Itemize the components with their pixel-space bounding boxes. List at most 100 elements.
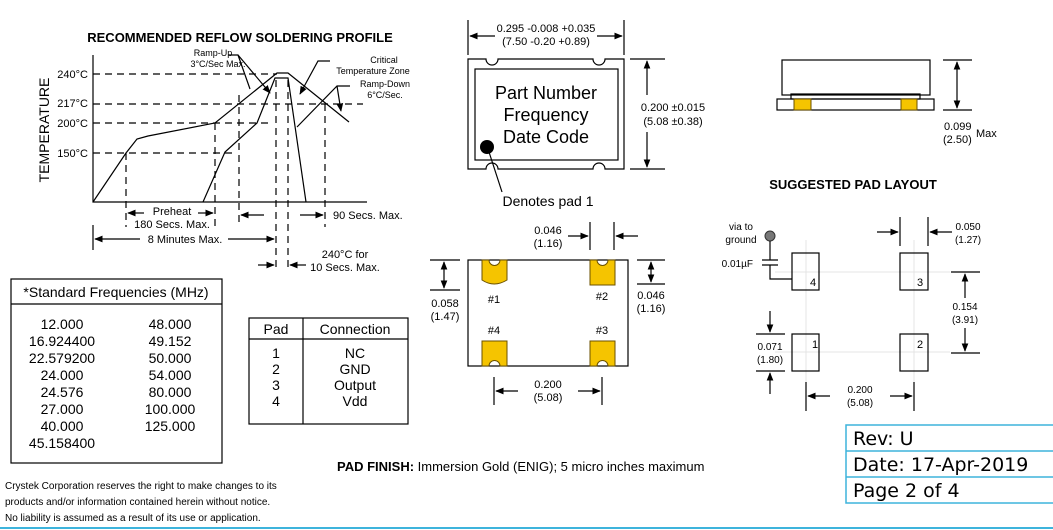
col-pitch-dim: 0.200 bbox=[847, 385, 872, 396]
reflow-title: RECOMMENDED REFLOW SOLDERING PROFILE bbox=[87, 30, 393, 45]
temp-150: 150°C bbox=[57, 148, 88, 160]
page-number: Page 2 of 4 bbox=[853, 480, 960, 502]
via-label-2: ground bbox=[725, 235, 756, 246]
pad2-height-dim: 0.046 bbox=[637, 290, 665, 302]
land-width-dim-mm: (1.27) bbox=[955, 235, 981, 246]
marking-frequency: Frequency bbox=[503, 105, 588, 125]
revision-block: Rev: U Date: 17-Apr-2019 Page 2 of 4 bbox=[845, 424, 1053, 504]
pad-label-2: #2 bbox=[596, 291, 608, 303]
pad1-leader bbox=[488, 151, 503, 193]
disclaimer-line: products and/or information contained he… bbox=[5, 497, 270, 508]
frequency-value: 54.000 bbox=[149, 367, 192, 383]
reflow-axes bbox=[92, 55, 367, 203]
frequency-value: 48.000 bbox=[149, 316, 192, 332]
frequency-value: 24.000 bbox=[41, 367, 84, 383]
disclaimer-line: Crystek Corporation reserves the right t… bbox=[5, 481, 277, 492]
pad2-height-dim-mm: (1.16) bbox=[637, 303, 666, 315]
connection-header: Connection bbox=[320, 321, 391, 337]
pad1-dot-icon bbox=[480, 140, 494, 154]
temp-200: 200°C bbox=[57, 118, 88, 130]
critical-zone-label-2: Temperature Zone bbox=[336, 66, 410, 76]
marking-part-number: Part Number bbox=[495, 83, 597, 103]
pad-width-dim: 0.046 bbox=[534, 225, 562, 237]
temp-217: 217°C bbox=[57, 98, 88, 110]
frequency-value: 12.000 bbox=[41, 316, 84, 332]
critical-zone-label: Critical bbox=[370, 55, 398, 65]
critical-zone-leader bbox=[299, 60, 330, 95]
pad-finish-note: PAD FINISH: Immersion Gold (ENIG); 5 mic… bbox=[337, 459, 704, 474]
frequency-value: 49.152 bbox=[149, 333, 192, 349]
frequency-value: 80.000 bbox=[149, 384, 192, 400]
preheat-label: Preheat bbox=[153, 206, 192, 218]
peak-hold-duration: 10 Secs. Max. bbox=[310, 262, 380, 274]
eight-min-label: 8 Minutes Max. bbox=[148, 234, 223, 246]
temperature-axis-label: TEMPERATURE bbox=[36, 78, 52, 183]
package-top-view: 0.295 -0.008 +0.035 (7.50 -0.20 +0.89) P… bbox=[467, 20, 705, 209]
peak-hold-temp: 240°C for bbox=[322, 249, 369, 261]
frequency-value: 100.000 bbox=[145, 401, 196, 417]
pad-label-3: #3 bbox=[596, 325, 608, 337]
revision-date: Date: 17-Apr-2019 bbox=[853, 454, 1028, 476]
max-label: Max bbox=[976, 128, 997, 140]
pad-3 bbox=[589, 340, 616, 367]
width-dim: 0.295 -0.008 +0.035 bbox=[497, 23, 596, 35]
pad-label-1: #1 bbox=[488, 294, 500, 306]
height-dim-mm: (5.08 ±0.38) bbox=[643, 116, 702, 128]
land-pad-number-3: 3 bbox=[917, 277, 923, 289]
col-pitch-dim-mm: (5.08) bbox=[847, 398, 873, 409]
pad1-note: Denotes pad 1 bbox=[502, 193, 593, 209]
reflow-profile: RECOMMENDED REFLOW SOLDERING PROFILE TEM… bbox=[36, 30, 410, 274]
ramp-up-label: Ramp-Up bbox=[194, 48, 233, 58]
pad-connection: GND bbox=[339, 361, 370, 377]
datasheet-drawing: RECOMMENDED REFLOW SOLDERING PROFILE TEM… bbox=[0, 20, 1053, 529]
capacitor-symbol bbox=[762, 241, 792, 280]
pad-number: 4 bbox=[272, 393, 280, 409]
pitch-dim: 0.200 bbox=[534, 379, 562, 391]
ninety-sec-label: 90 Secs. Max. bbox=[333, 210, 403, 222]
row-pitch-dim-mm: (3.91) bbox=[952, 315, 978, 326]
ramp-up-rate: 3°C/Sec Max. bbox=[190, 59, 245, 69]
pad-number: 2 bbox=[272, 361, 280, 377]
frequencies-title: *Standard Frequencies (MHz) bbox=[23, 284, 208, 300]
marking-date-code: Date Code bbox=[503, 127, 589, 147]
suggested-pad-layout: SUGGESTED PAD LAYOUT 1 2 3 4 via to grou… bbox=[722, 177, 981, 411]
preheat-duration: 180 Secs. Max. bbox=[134, 219, 210, 231]
frequency-value: 22.579200 bbox=[29, 350, 95, 366]
land-width-dim: 0.050 bbox=[955, 222, 980, 233]
disclaimer: Crystek Corporation reserves the right t… bbox=[5, 481, 277, 524]
temp-240: 240°C bbox=[57, 69, 88, 81]
frequency-value: 16.924400 bbox=[29, 333, 95, 349]
side-height-dim-mm: (2.50) bbox=[943, 134, 972, 146]
via-icon bbox=[764, 230, 776, 242]
pad1-height-dim: 0.058 bbox=[431, 298, 459, 310]
pitch-dim-mm: (5.08) bbox=[534, 392, 563, 404]
side-pad-right bbox=[900, 98, 918, 111]
land-pad-number-1: 1 bbox=[812, 339, 818, 351]
pad-centerlines bbox=[775, 240, 950, 382]
land-pad-number-2: 2 bbox=[917, 339, 923, 351]
pad-1 bbox=[481, 259, 508, 285]
width-dim-mm: (7.50 -0.20 +0.89) bbox=[502, 36, 590, 48]
disclaimer-line: No liability is assumed as a result of i… bbox=[5, 513, 261, 524]
pad-finish-label: PAD FINISH: bbox=[337, 459, 414, 474]
ramp-down-leader bbox=[296, 85, 350, 128]
pad-2 bbox=[589, 259, 616, 286]
frequency-value: 27.000 bbox=[41, 401, 84, 417]
ramp-down-label: Ramp-Down bbox=[360, 79, 410, 89]
height-dim: 0.200 ±0.015 bbox=[641, 102, 705, 114]
side-pad-left bbox=[793, 98, 812, 111]
pad-width-dim-mm: (1.16) bbox=[534, 238, 563, 250]
revision-label: Rev: U bbox=[853, 428, 914, 450]
frequency-value: 50.000 bbox=[149, 350, 192, 366]
pad-finish-text: Immersion Gold (ENIG); 5 micro inches ma… bbox=[414, 459, 704, 474]
pad-number: 3 bbox=[272, 377, 280, 393]
pad-layout-title: SUGGESTED PAD LAYOUT bbox=[769, 177, 937, 192]
profile-curve-upper bbox=[92, 72, 350, 203]
pad1-height-dim-mm: (1.47) bbox=[431, 311, 460, 323]
pad-connection: Output bbox=[334, 377, 376, 393]
pad-connection: NC bbox=[345, 345, 365, 361]
pad-header: Pad bbox=[264, 321, 289, 337]
package-bottom-view: 0.046 (1.16) #1 #2 #3 #4 0.058 (1.47) 0.… bbox=[430, 222, 665, 405]
pad-connection-table: Pad Connection 1 NC 2 GND 3 Output 4 Vdd bbox=[248, 317, 409, 425]
via-label: via to bbox=[729, 222, 753, 233]
